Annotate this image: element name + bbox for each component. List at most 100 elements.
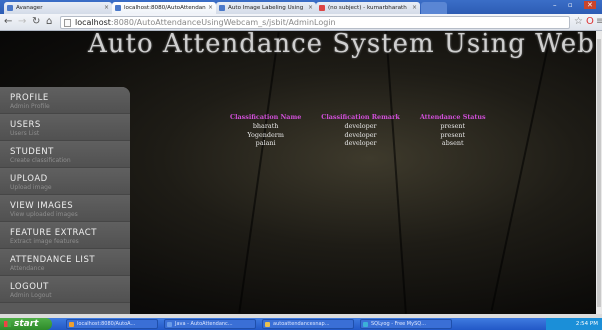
opera-icon[interactable]: O (586, 16, 594, 28)
clock[interactable]: 2:54 PM (576, 321, 598, 327)
menu-icon[interactable]: ≡ (596, 16, 602, 28)
menu-label: FEATURE EXTRACT (10, 228, 97, 238)
url-path: :8080/AutoAttendanceUsingWebcam_s/jsbit/… (110, 18, 336, 27)
favicon-icon (115, 5, 121, 11)
table-cell: present (440, 130, 466, 139)
menu-label: UPLOAD (10, 174, 48, 184)
tab-label: Auto Image Labeling Using (228, 5, 304, 11)
menu-sublabel: Attendance (10, 265, 45, 272)
bookmark-star-icon[interactable]: ☆ (574, 16, 583, 28)
tab-label: Avanager (16, 5, 43, 11)
taskbar-item-browser[interactable]: localhost:8080/AutoA... (66, 319, 158, 329)
menu-label: ATTENDANCE LIST (10, 255, 96, 265)
menu-sublabel: Upload image (10, 184, 52, 191)
table-cell: developer (344, 130, 377, 139)
table-cell: palani (255, 139, 276, 148)
table-cell: bharath (252, 122, 279, 130)
windows-taskbar: start localhost:8080/AutoA... Java - Aut… (0, 318, 602, 330)
task-label: localhost:8080/AutoA... (77, 321, 136, 327)
menu-label: PROFILE (10, 93, 49, 103)
gmail-icon (319, 5, 325, 11)
task-label: SQLyog - Free MySQ... (371, 321, 426, 327)
background-streak (238, 32, 280, 313)
menu-label: LOGOUT (10, 282, 49, 292)
page-title: Auto Attendance System Using Web Cam (88, 31, 596, 59)
sidebar-item-logout[interactable]: LOGOUT Admin Logout (0, 276, 130, 303)
sidebar-item-student[interactable]: STUDENT Create classification (0, 141, 130, 168)
menu-sublabel: Admin Profile (10, 103, 50, 110)
menu-sublabel: View uploaded images (10, 211, 78, 218)
scrollbar-thumb[interactable] (597, 39, 601, 307)
home-icon[interactable]: ⌂ (46, 16, 52, 28)
maximize-icon[interactable]: ▫ (568, 1, 573, 9)
page-viewport: Auto Attendance System Using Web Cam PRO… (0, 31, 596, 314)
back-icon[interactable]: ← (4, 16, 12, 28)
table-cell: absent (441, 139, 464, 148)
sidebar-item-attendance-list[interactable]: ATTENDANCE LIST Attendance (0, 249, 130, 276)
table-cell: developer (344, 139, 377, 148)
table-row: palani developer absent (220, 139, 496, 148)
folder-icon (265, 322, 270, 327)
sidebar-item-upload[interactable]: UPLOAD Upload image (0, 168, 130, 195)
menu-sublabel: Extract image features (10, 238, 79, 245)
forward-icon[interactable]: → (18, 16, 26, 28)
tab-autoattendance[interactable]: localhost:8080/AutoAttendan × (112, 2, 216, 14)
task-label: autoattendancesnap... (273, 321, 330, 327)
browser-toolbar: ← → ↻ ⌂ localhost:8080/AutoAttendanceUsi… (0, 14, 602, 31)
chrome-icon (69, 322, 74, 327)
start-label: start (14, 319, 39, 329)
close-tab-icon[interactable]: × (308, 2, 313, 14)
sidebar-item-view-images[interactable]: VIEW IMAGES View uploaded images (0, 195, 130, 222)
table-row: bharath developer present (220, 122, 496, 131)
tab-gmail[interactable]: (no subject) - kumarbharath × (316, 2, 420, 14)
url-host: localhost (75, 18, 111, 27)
favicon-icon (7, 5, 13, 11)
taskbar-item-sqlyog[interactable]: SQLyog - Free MySQ... (360, 319, 452, 329)
close-tab-icon[interactable]: × (412, 2, 417, 14)
reload-icon[interactable]: ↻ (32, 16, 40, 28)
background-streak (490, 33, 552, 312)
close-tab-icon[interactable]: × (104, 2, 109, 14)
address-bar[interactable]: localhost:8080/AutoAttendanceUsingWebcam… (60, 16, 570, 29)
tab-avanager[interactable]: Avanager × (4, 2, 112, 14)
sidebar-item-feature-extract[interactable]: FEATURE EXTRACT Extract image features (0, 222, 130, 249)
browser-tab-strip: Avanager × localhost:8080/AutoAttendan ×… (0, 0, 602, 14)
eclipse-icon (167, 322, 172, 327)
minimize-icon[interactable]: – (553, 1, 557, 9)
start-button[interactable]: start (0, 318, 52, 330)
tab-label: localhost:8080/AutoAttendan (124, 5, 206, 11)
column-header: Classification Remark (321, 113, 400, 121)
column-header: Attendance Status (419, 113, 486, 121)
menu-sublabel: Users List (10, 130, 40, 137)
table-cell: developer (344, 122, 377, 130)
vertical-scrollbar[interactable] (596, 31, 602, 314)
menu-sublabel: Admin Logout (10, 292, 52, 299)
new-tab-button[interactable] (421, 2, 447, 14)
table-cell: present (440, 122, 466, 130)
task-label: Java - AutoAttendanc... (175, 321, 233, 327)
background-streak (385, 31, 407, 314)
close-tab-icon[interactable]: × (208, 2, 213, 14)
table-cell: Yogenderm (247, 130, 284, 139)
tab-auto-image-labeling[interactable]: Auto Image Labeling Using × (216, 2, 316, 14)
favicon-icon (219, 5, 225, 11)
menu-label: USERS (10, 120, 41, 130)
close-window-icon[interactable]: ✕ (584, 1, 596, 9)
menu-sublabel: Create classification (10, 157, 71, 164)
sqlyog-icon (363, 322, 368, 327)
sidebar-item-users[interactable]: USERS Users List (0, 114, 130, 141)
attendance-table: Classification Name Classification Remar… (220, 113, 496, 148)
menu-label: VIEW IMAGES (10, 201, 74, 211)
page-icon (64, 19, 71, 27)
system-tray: 2:54 PM (546, 318, 602, 330)
taskbar-item-java[interactable]: Java - AutoAttendanc... (164, 319, 256, 329)
table-header-row: Classification Name Classification Remar… (220, 113, 496, 122)
column-header: Classification Name (230, 113, 302, 121)
taskbar-item-folder[interactable]: autoattendancesnap... (262, 319, 354, 329)
menu-label: STUDENT (10, 147, 54, 157)
tab-label: (no subject) - kumarbharath (328, 5, 407, 11)
sidebar-menu: PROFILE Admin Profile USERS Users List S… (0, 87, 130, 314)
windows-flag-icon (4, 321, 11, 327)
sidebar-item-profile[interactable]: PROFILE Admin Profile (0, 87, 130, 114)
table-row: Yogenderm developer present (220, 131, 496, 140)
